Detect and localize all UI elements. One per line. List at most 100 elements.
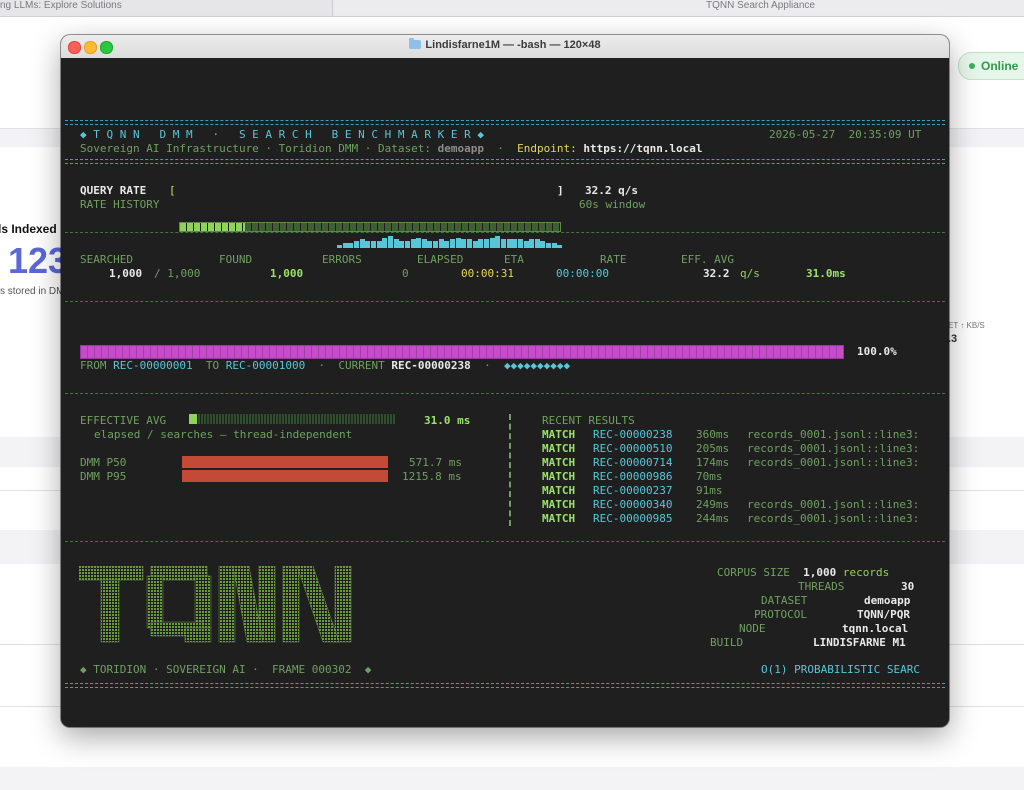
stat-rate-value: 32.2 bbox=[703, 267, 730, 280]
progress-segment bbox=[227, 346, 228, 358]
progress-segment bbox=[458, 346, 459, 358]
from-value: REC-00000001 bbox=[113, 359, 193, 372]
progress-segment bbox=[780, 346, 781, 358]
result-latency: 70ms bbox=[696, 470, 723, 483]
progress-segment bbox=[514, 346, 515, 358]
current-label: CURRENT bbox=[338, 359, 385, 372]
rate-history-bar bbox=[354, 241, 360, 248]
window-title-text: Lindisfarne1M — -bash — 120×48 bbox=[425, 39, 601, 51]
dataset-value: demoapp bbox=[864, 594, 911, 607]
progress-segment bbox=[549, 346, 550, 358]
progress-segment bbox=[395, 346, 396, 358]
result-status: MATCH bbox=[542, 512, 576, 525]
effective-avg-value: 31.0 ms bbox=[424, 414, 471, 427]
result-source: records_0001.jsonl::line3: bbox=[747, 512, 920, 525]
result-latency: 249ms bbox=[696, 498, 730, 511]
progress-segment bbox=[759, 346, 760, 358]
rate-history-bar bbox=[399, 241, 405, 248]
progress-segment bbox=[591, 346, 592, 358]
rate-history-bar bbox=[365, 241, 371, 248]
subtitle-sep: · bbox=[483, 142, 518, 155]
progress-segment bbox=[626, 346, 627, 358]
title-bar[interactable]: Lindisfarne1M — -bash — 120×48 bbox=[61, 35, 949, 59]
stat-found: 1,000 bbox=[270, 267, 304, 280]
result-record-id: REC-00000510 bbox=[593, 442, 673, 455]
header-subtitle: Sovereign AI Infrastructure · Toridion D… bbox=[80, 142, 703, 156]
rate-history-bar bbox=[348, 243, 354, 248]
progress-segment bbox=[402, 346, 403, 358]
terminal-screen[interactable]: ◆ T Q N N D M M · S E A R C H B E N C H … bbox=[61, 58, 949, 727]
progress-segment bbox=[577, 346, 578, 358]
rate-history-bar bbox=[546, 243, 552, 248]
rate-history-bar bbox=[450, 239, 456, 248]
progress-segment bbox=[465, 346, 466, 358]
result-latency: 244ms bbox=[696, 512, 730, 525]
build-label: BUILD bbox=[710, 636, 744, 649]
footer-right: O(1) PROBABILISTIC SEARC bbox=[761, 663, 920, 676]
corpus-unit: records bbox=[842, 566, 890, 579]
rate-history-bar bbox=[404, 241, 410, 248]
progress-segment bbox=[773, 346, 774, 358]
separator bbox=[65, 393, 945, 395]
progress-segment bbox=[360, 346, 361, 358]
query-rate-bar bbox=[179, 222, 561, 232]
progress-segment bbox=[115, 346, 116, 358]
rate-history-bar bbox=[444, 241, 450, 248]
progress-segment bbox=[654, 346, 655, 358]
protocol-label: PROTOCOL bbox=[754, 608, 807, 621]
rate-history-bar bbox=[370, 241, 376, 248]
rate-history-bar bbox=[472, 241, 478, 248]
progress-segment bbox=[479, 346, 480, 358]
stat-elapsed: 00:00:31 bbox=[461, 267, 514, 280]
query-rate-bar-empty bbox=[245, 223, 560, 231]
progress-segment bbox=[710, 346, 711, 358]
progress-segment bbox=[87, 346, 88, 358]
result-latency: 205ms bbox=[696, 442, 730, 455]
page-band bbox=[0, 767, 1024, 790]
progress-segment bbox=[94, 346, 95, 358]
status-dot-icon bbox=[969, 63, 975, 70]
browser-tab[interactable]: ng LLMs: Explore Solutions bbox=[0, 0, 333, 16]
progress-segment bbox=[731, 346, 732, 358]
progress-segment bbox=[129, 346, 130, 358]
rate-history-bar bbox=[540, 241, 546, 248]
rate-history-bar bbox=[551, 243, 557, 248]
query-rate-value: 32.2 q/s bbox=[585, 184, 638, 197]
indexed-label: ls Indexed bbox=[0, 222, 57, 236]
from-label: FROM bbox=[80, 359, 107, 372]
result-source: records_0001.jsonl::line3: bbox=[747, 498, 920, 511]
recent-results-title: RECENT RESULTS bbox=[542, 414, 635, 427]
browser-tab-active[interactable]: TQNN Search Appliance bbox=[333, 0, 1024, 16]
progress-segment bbox=[752, 346, 753, 358]
rate-history-bar bbox=[382, 238, 388, 248]
terminal-window[interactable]: Lindisfarne1M — -bash — 120×48 ◆ T Q N N… bbox=[61, 35, 949, 727]
progress-segment bbox=[738, 346, 739, 358]
rate-history-bar bbox=[495, 236, 501, 248]
result-latency: 174ms bbox=[696, 456, 730, 469]
progress-segment bbox=[108, 346, 109, 358]
progress-spinner: ◆◆◆◆◆◆◆◆◆◆ bbox=[503, 359, 571, 372]
progress-segment bbox=[689, 346, 690, 358]
rate-history-bar bbox=[342, 243, 348, 248]
node-value: tqnn.local bbox=[842, 622, 909, 635]
stat-header-errors: ERRORS bbox=[322, 253, 362, 266]
progress-segment bbox=[745, 346, 746, 358]
corpus-value: 1,000 bbox=[803, 566, 837, 579]
panel-divider bbox=[509, 414, 512, 526]
progress-segment bbox=[143, 346, 144, 358]
progress-segment bbox=[822, 346, 823, 358]
separator-cyan bbox=[65, 683, 945, 688]
stat-rate-unit: q/s bbox=[740, 267, 760, 280]
rate-history-bar bbox=[433, 241, 439, 248]
progress-segment bbox=[612, 346, 613, 358]
stat-eta: 00:00:00 bbox=[556, 267, 609, 280]
rate-history-bar bbox=[478, 239, 484, 248]
effective-avg-bar-fill bbox=[189, 414, 197, 424]
progress-segment bbox=[703, 346, 704, 358]
progress-segment bbox=[388, 346, 389, 358]
rate-history-bar bbox=[483, 239, 489, 248]
rate-history-bar bbox=[512, 239, 518, 248]
bar-bracket-right: ] bbox=[557, 184, 564, 197]
to-value: REC-00001000 bbox=[225, 359, 306, 372]
kbs-value: .3 bbox=[948, 333, 958, 345]
